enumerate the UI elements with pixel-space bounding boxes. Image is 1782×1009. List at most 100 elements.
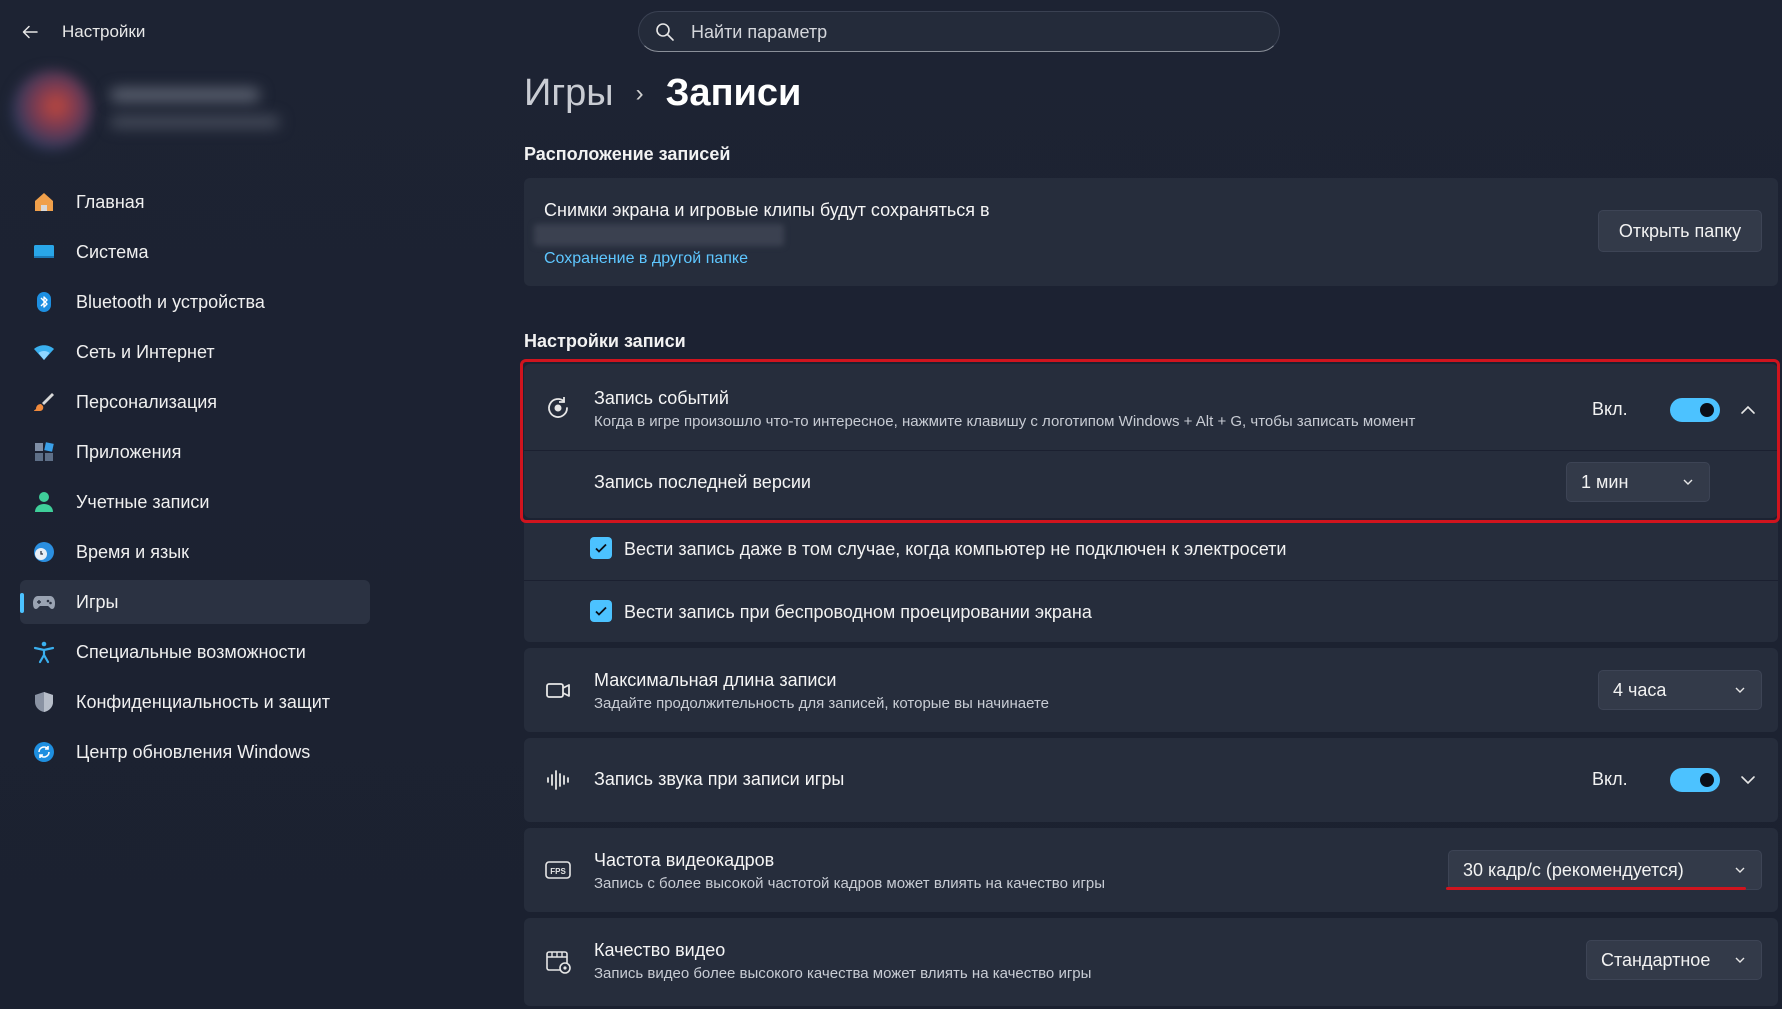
sidebar-item-system[interactable]: Система <box>20 230 370 274</box>
record-last-label: Запись последней версии <box>594 472 811 492</box>
page-title: Записи <box>665 72 802 114</box>
chevron-down-icon <box>1735 687 1745 693</box>
max-length-dropdown[interactable]: 4 часа <box>1598 670 1762 710</box>
checkbox-record-wireless-projection[interactable] <box>590 600 612 622</box>
sidebar-item-privacy[interactable]: Конфиденциальность и защит <box>20 680 370 724</box>
recording-options-card: Вести запись даже в том случае, когда ко… <box>524 520 1778 642</box>
account-icon <box>30 488 58 516</box>
breadcrumb-parent[interactable]: Игры <box>524 72 614 115</box>
user-name-redacted <box>110 88 260 102</box>
checkbox-label[interactable]: Вести запись при беспроводном проецирова… <box>624 602 1092 623</box>
annotation-underline <box>1446 887 1746 890</box>
sidebar-item-label: Специальные возможности <box>76 641 306 662</box>
apps-icon <box>30 438 58 466</box>
svg-text:FPS: FPS <box>550 867 566 876</box>
search-input[interactable] <box>689 12 1253 53</box>
checkmark-icon <box>595 543 607 553</box>
max-length-value: 4 часа <box>1613 679 1667 700</box>
audio-recording-toggle[interactable] <box>1670 768 1720 792</box>
settings-window: Настройки Главная Система <box>0 0 1782 1009</box>
divider <box>524 450 1778 451</box>
event-recording-card: Запись событий Когда в игре произошло чт… <box>524 364 1778 518</box>
video-quality-title: Качество видео <box>594 940 726 960</box>
breadcrumb: Игры › Записи <box>524 72 801 115</box>
breadcrumb-separator: › <box>635 79 644 107</box>
home-icon <box>30 188 58 216</box>
sidebar-item-network[interactable]: Сеть и Интернет <box>20 330 370 374</box>
sidebar-item-label: Главная <box>76 191 145 212</box>
search-box[interactable] <box>638 11 1280 53</box>
checkbox-label[interactable]: Вести запись даже в том случае, когда ко… <box>624 539 1286 560</box>
sidebar-item-gaming[interactable]: Игры <box>20 580 370 624</box>
record-last-dropdown[interactable]: 1 мин <box>1566 462 1710 502</box>
video-camera-icon <box>544 676 572 704</box>
chevron-up-icon[interactable] <box>1738 400 1758 420</box>
toggle-knob <box>1700 403 1714 417</box>
open-folder-button[interactable]: Открыть папку <box>1598 210 1762 252</box>
divider <box>524 580 1778 581</box>
fps-icon: FPS <box>544 856 572 884</box>
sidebar-item-bluetooth[interactable]: Bluetooth и устройства <box>20 280 370 324</box>
checkmark-icon <box>595 606 607 616</box>
path-redacted <box>534 224 784 246</box>
sidebar-item-label: Персонализация <box>76 391 218 412</box>
sidebar-item-personalization[interactable]: Персонализация <box>20 380 370 424</box>
sidebar-item-home[interactable]: Главная <box>20 180 370 224</box>
sidebar-item-accessibility[interactable]: Специальные возможности <box>20 630 370 674</box>
video-quality-description: Запись видео более высокого качества мож… <box>594 965 1092 982</box>
system-icon <box>30 238 58 266</box>
audio-recording-title: Запись звука при записи игры <box>594 769 845 789</box>
update-icon <box>30 738 58 766</box>
search-icon <box>656 23 674 41</box>
sidebar-item-label: Приложения <box>76 441 182 462</box>
framerate-dropdown[interactable]: 30 кадр/с (рекомендуется) <box>1448 850 1762 890</box>
sidebar-item-label: Игры <box>76 591 119 612</box>
max-length-card: Максимальная длина записи Задайте продол… <box>524 648 1778 732</box>
event-recording-title: Запись событий <box>594 388 729 408</box>
app-title: Настройки <box>62 22 146 41</box>
sidebar-item-apps[interactable]: Приложения <box>20 430 370 474</box>
audio-waveform-icon <box>544 766 572 794</box>
video-quality-card: Качество видео Запись видео более высоко… <box>524 918 1778 1006</box>
gamepad-icon <box>30 588 58 616</box>
sidebar-nav: Главная Система Bluetooth и устройства С… <box>20 180 370 780</box>
toggle-knob <box>1700 773 1714 787</box>
chevron-down-icon <box>1735 957 1745 963</box>
bluetooth-icon <box>30 288 58 316</box>
framerate-description: Запись с более высокой частотой кадров м… <box>594 875 1106 892</box>
wifi-icon <box>30 338 58 366</box>
sidebar-item-label: Bluetooth и устройства <box>76 291 265 312</box>
sidebar-item-label: Конфиденциальность и защит <box>76 691 331 712</box>
user-profile[interactable] <box>8 66 308 150</box>
sidebar-item-time-language[interactable]: Время и язык <box>20 530 370 574</box>
video-quality-value: Стандартное <box>1601 949 1711 970</box>
sidebar-item-label: Сеть и Интернет <box>76 341 215 362</box>
change-folder-link[interactable]: Сохранение в другой папке <box>544 250 748 268</box>
user-email-redacted <box>110 116 280 128</box>
record-last-value: 1 мин <box>1581 471 1629 492</box>
chevron-down-icon[interactable] <box>1738 770 1758 790</box>
event-recording-description: Когда в игре произошло что-то интересное… <box>594 413 1416 430</box>
sidebar-item-label: Система <box>76 241 149 262</box>
time-language-icon <box>30 538 58 566</box>
accessibility-icon <box>30 638 58 666</box>
audio-recording-card[interactable]: Запись звука при записи игры Вкл. <box>524 738 1778 822</box>
framerate-title: Частота видеокадров <box>594 850 775 870</box>
event-recording-toggle[interactable] <box>1670 398 1720 422</box>
section-title-recording: Настройки записи <box>524 331 686 351</box>
title-bar: Настройки <box>0 0 1782 64</box>
section-title-location: Расположение записей <box>524 144 731 164</box>
record-circle-icon <box>544 394 572 422</box>
sidebar-item-windows-update[interactable]: Центр обновления Windows <box>20 730 370 774</box>
location-card: Снимки экрана и игровые клипы будут сохр… <box>524 178 1778 286</box>
shield-icon <box>30 688 58 716</box>
checkbox-record-on-battery[interactable] <box>590 537 612 559</box>
sidebar-item-label: Учетные записи <box>76 491 210 512</box>
video-quality-dropdown[interactable]: Стандартное <box>1586 940 1762 980</box>
framerate-card: FPS Частота видеокадров Запись с более в… <box>524 828 1778 912</box>
framerate-value: 30 кадр/с (рекомендуется) <box>1463 859 1684 880</box>
sidebar-item-accounts[interactable]: Учетные записи <box>20 480 370 524</box>
back-button[interactable] <box>18 20 42 44</box>
location-description: Снимки экрана и игровые клипы будут сохр… <box>544 200 990 220</box>
sidebar-item-label: Время и язык <box>76 541 190 562</box>
